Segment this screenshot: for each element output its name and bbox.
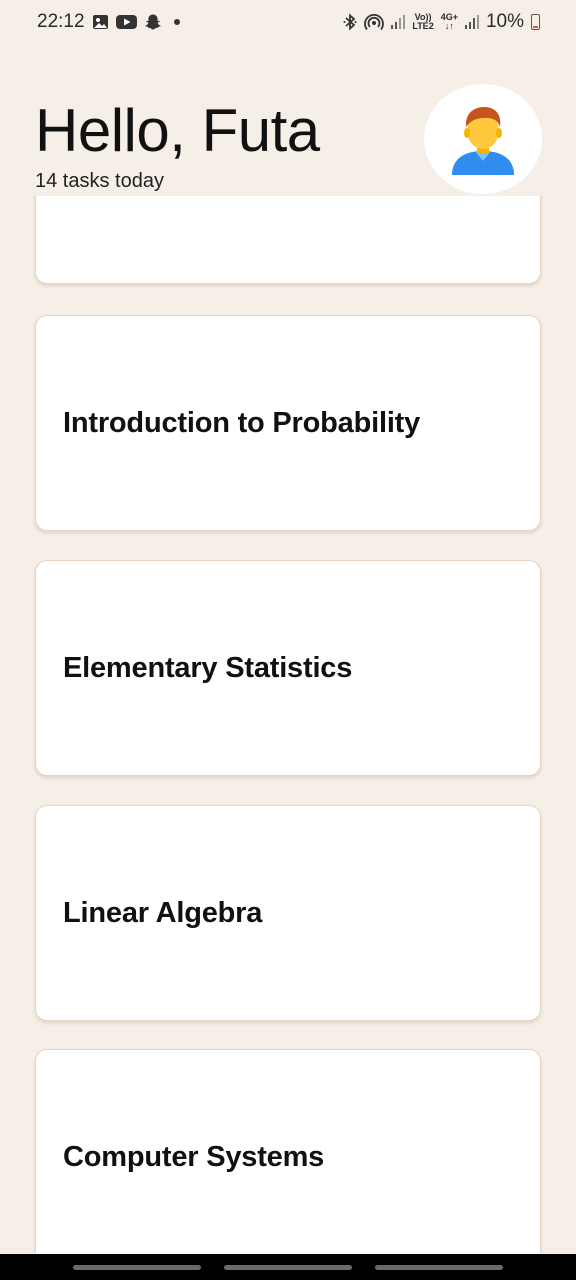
home-gesture-handle[interactable]	[223, 1264, 352, 1270]
status-bar: 22:12 Vo)) LTE2 4G+ ↓↑ 10%	[0, 0, 576, 44]
status-left: 22:12	[37, 11, 183, 33]
signal-icon-2	[464, 14, 479, 30]
screen: 22:12 Vo)) LTE2 4G+ ↓↑ 10% Hello, Futa 1…	[0, 0, 576, 1280]
hotspot-icon	[364, 13, 385, 31]
task-title: Linear Algebra	[63, 896, 263, 929]
greeting-title: Hello, Futa	[35, 97, 320, 164]
volte-label: Vo)) LTE2	[412, 12, 434, 31]
recents-gesture-handle[interactable]	[73, 1264, 202, 1270]
task-card[interactable]: Linear Algebra	[35, 805, 541, 1021]
header: Hello, Futa 14 tasks today	[0, 84, 576, 196]
task-title: Elementary Statistics	[63, 651, 353, 684]
data-arrows-icon: ↓↑	[444, 21, 454, 31]
system-nav-bar	[0, 1254, 576, 1280]
dot-icon	[169, 17, 183, 27]
task-card-partial[interactable]	[35, 196, 541, 284]
status-time: 22:12	[37, 11, 85, 32]
tasks-count: 14 tasks today	[35, 170, 164, 192]
bluetooth-icon	[343, 13, 357, 31]
status-right: Vo)) LTE2 4G+ ↓↑ 10%	[343, 11, 540, 33]
task-title: Introduction to Probability	[63, 406, 421, 439]
youtube-icon	[115, 14, 137, 30]
battery-percent: 10%	[485, 11, 524, 32]
snapchat-icon	[144, 13, 162, 31]
task-title: Computer Systems	[63, 1140, 325, 1173]
image-icon	[92, 14, 109, 30]
battery-icon	[531, 14, 540, 30]
user-avatar-icon[interactable]	[424, 84, 542, 194]
task-list[interactable]: Introduction to Probability Elementary S…	[0, 196, 576, 1254]
task-card[interactable]: Computer Systems	[35, 1049, 541, 1254]
signal-icon-1	[391, 14, 406, 30]
task-card[interactable]: Introduction to Probability	[35, 315, 541, 531]
network-type-label: 4G+ ↓↑	[440, 12, 458, 31]
back-gesture-handle[interactable]	[374, 1264, 503, 1270]
task-card[interactable]: Elementary Statistics	[35, 560, 541, 776]
